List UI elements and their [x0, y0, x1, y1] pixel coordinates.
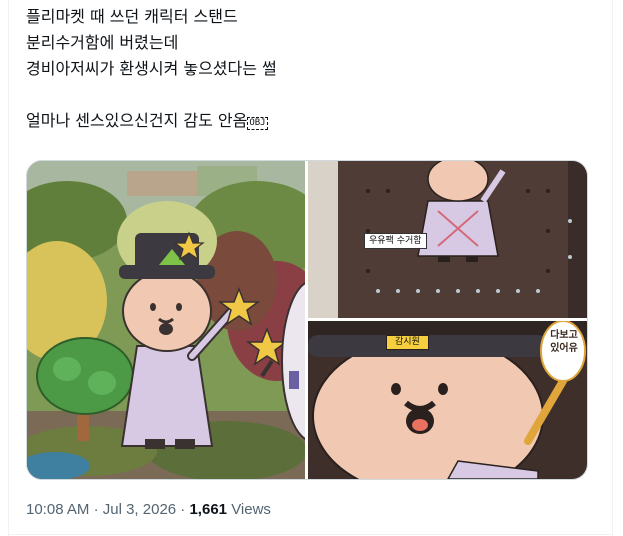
speech-bubble: 다보고 있어유	[544, 329, 584, 355]
media-photo-garden[interactable]	[27, 161, 305, 479]
meta-separator: ·	[180, 501, 186, 518]
object-replacement-glyph: OBJ	[247, 117, 268, 130]
tweet-text-line: 경비아저씨가 환생시켜 놓으셨다는 썰	[26, 59, 277, 78]
timeline-border-right	[612, 0, 613, 536]
nameplate-badge: 감시원	[386, 335, 429, 350]
tweet-divider	[9, 534, 612, 535]
timestamp-link[interactable]: 10:08 AM · Jul 3, 2026	[26, 501, 176, 518]
media-photo-closeup[interactable]: 감시원 다보고 있어유	[308, 321, 587, 479]
speech-bubble-line: 다보고	[550, 330, 578, 341]
speech-bubble-line: 있어유	[550, 343, 578, 354]
media-grid: 우유팩 수거함 감시원 다보고 있어유	[26, 160, 588, 480]
timeline-border-left	[8, 0, 9, 536]
tweet-text-line: 플리마켓 때 쓰던 캐릭터 스탠드	[26, 7, 238, 26]
tweet-text: 플리마켓 때 쓰던 캐릭터 스탠드 분리수거함에 버렸는데 경비아저씨가 환생시…	[26, 4, 606, 134]
tweet-time: 10:08 AM	[26, 501, 90, 518]
tweet-meta: 10:08 AM · Jul 3, 2026 · 1,661 Views	[26, 500, 271, 520]
collection-bin-sign: 우유팩 수거함	[364, 233, 427, 249]
views-count: 1,661	[189, 501, 228, 518]
tweet-text-line: 얼마나 센스있으신건지 감도 안옴 OBJ	[26, 108, 606, 134]
tweet-text-line-content: 얼마나 센스있으신건지 감도 안옴	[26, 111, 248, 130]
tweet-text-blank-line	[26, 82, 606, 108]
meta-separator: ·	[93, 501, 99, 518]
media-photo-collection-bin[interactable]: 우유팩 수거함	[308, 161, 587, 318]
views-label: Views	[231, 501, 271, 518]
tweet-text-line: 분리수거함에 버렸는데	[26, 33, 179, 52]
tweet-date: Jul 3, 2026	[102, 501, 177, 518]
